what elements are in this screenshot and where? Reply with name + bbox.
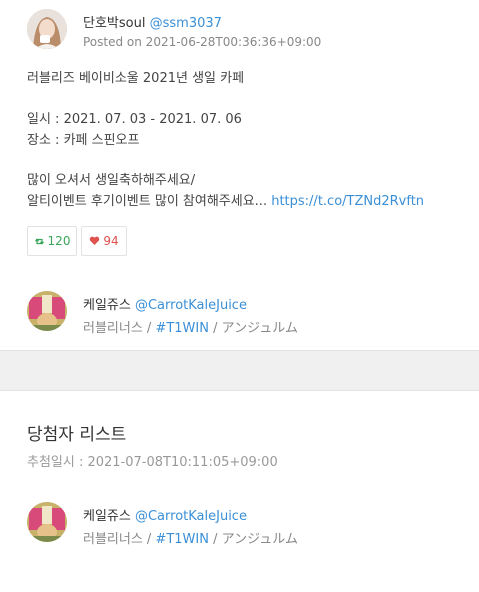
winner-author-line: 케일쥬스 @CarrotKaleJuice xyxy=(83,505,247,524)
winner-hashtag[interactable]: #T1WIN xyxy=(155,532,209,547)
author-handle[interactable]: @ssm3037 xyxy=(150,16,222,31)
section-divider xyxy=(0,350,479,391)
entry-hashtag[interactable]: #T1WIN xyxy=(155,321,209,336)
winner-tag-prefix: 러블리너스 / xyxy=(83,532,156,547)
winner-tags: 러블리너스 / #T1WIN / アンジュルム xyxy=(83,528,298,547)
winner-name[interactable]: 케일쥬스 xyxy=(83,509,131,524)
tweet-text-line: 러블리즈 베이비소울 2021년 생일 카페 xyxy=(27,71,245,86)
author-avatar[interactable] xyxy=(27,9,67,49)
heart-icon xyxy=(90,236,100,245)
posted-timestamp: Posted on 2021-06-28T00:36:36+09:00 xyxy=(83,35,322,49)
winner-handle[interactable]: @CarrotKaleJuice xyxy=(135,509,247,524)
retweet-icon xyxy=(34,238,44,244)
retweet-count-button[interactable]: 120 xyxy=(27,226,77,256)
tweet-card: 단호박soul @ssm3037 Posted on 2021-06-28T00… xyxy=(0,0,479,350)
like-count: 94 xyxy=(103,234,119,248)
like-count-button[interactable]: 94 xyxy=(81,226,127,256)
draw-time: 추첨일시 : 2021-07-08T10:11:05+09:00 xyxy=(27,455,278,470)
tweet-text-line: 알티이벤트 후기이벤트 많이 참여해주세요... https://t.co/TZ… xyxy=(27,192,424,212)
tweet-link[interactable]: https://t.co/TZNd2Rvftn xyxy=(271,194,424,209)
entry-tag-prefix: 러블리너스 / xyxy=(83,321,156,336)
entry-name[interactable]: 케일쥬스 xyxy=(83,298,131,313)
entry-handle[interactable]: @CarrotKaleJuice xyxy=(135,298,247,313)
entry-tag-suffix: / アンジュルム xyxy=(208,321,298,336)
entry-tags: 러블리너스 / #T1WIN / アンジュルム xyxy=(83,317,298,336)
author-line: 단호박soul @ssm3037 xyxy=(83,12,222,31)
tweet-text-line: 일시 : 2021. 07. 03 - 2021. 07. 06 xyxy=(27,112,242,127)
winner-tag-suffix: / アンジュルム xyxy=(208,532,298,547)
winners-title: 당첨자 리스트 xyxy=(27,425,127,445)
tweet-text-span: 알티이벤트 후기이벤트 많이 참여해주세요... xyxy=(27,194,272,209)
entry-author-line: 케일쥬스 @CarrotKaleJuice xyxy=(83,294,247,313)
entry-avatar[interactable] xyxy=(27,291,67,331)
author-name[interactable]: 단호박soul xyxy=(83,16,145,31)
tweet-text-line: 많이 오셔서 생일축하해주세요/ xyxy=(27,173,196,188)
tweet-text-line: 장소 : 카페 스핀오프 xyxy=(27,133,140,148)
retweet-count: 120 xyxy=(47,234,71,248)
winner-avatar[interactable] xyxy=(27,502,67,542)
